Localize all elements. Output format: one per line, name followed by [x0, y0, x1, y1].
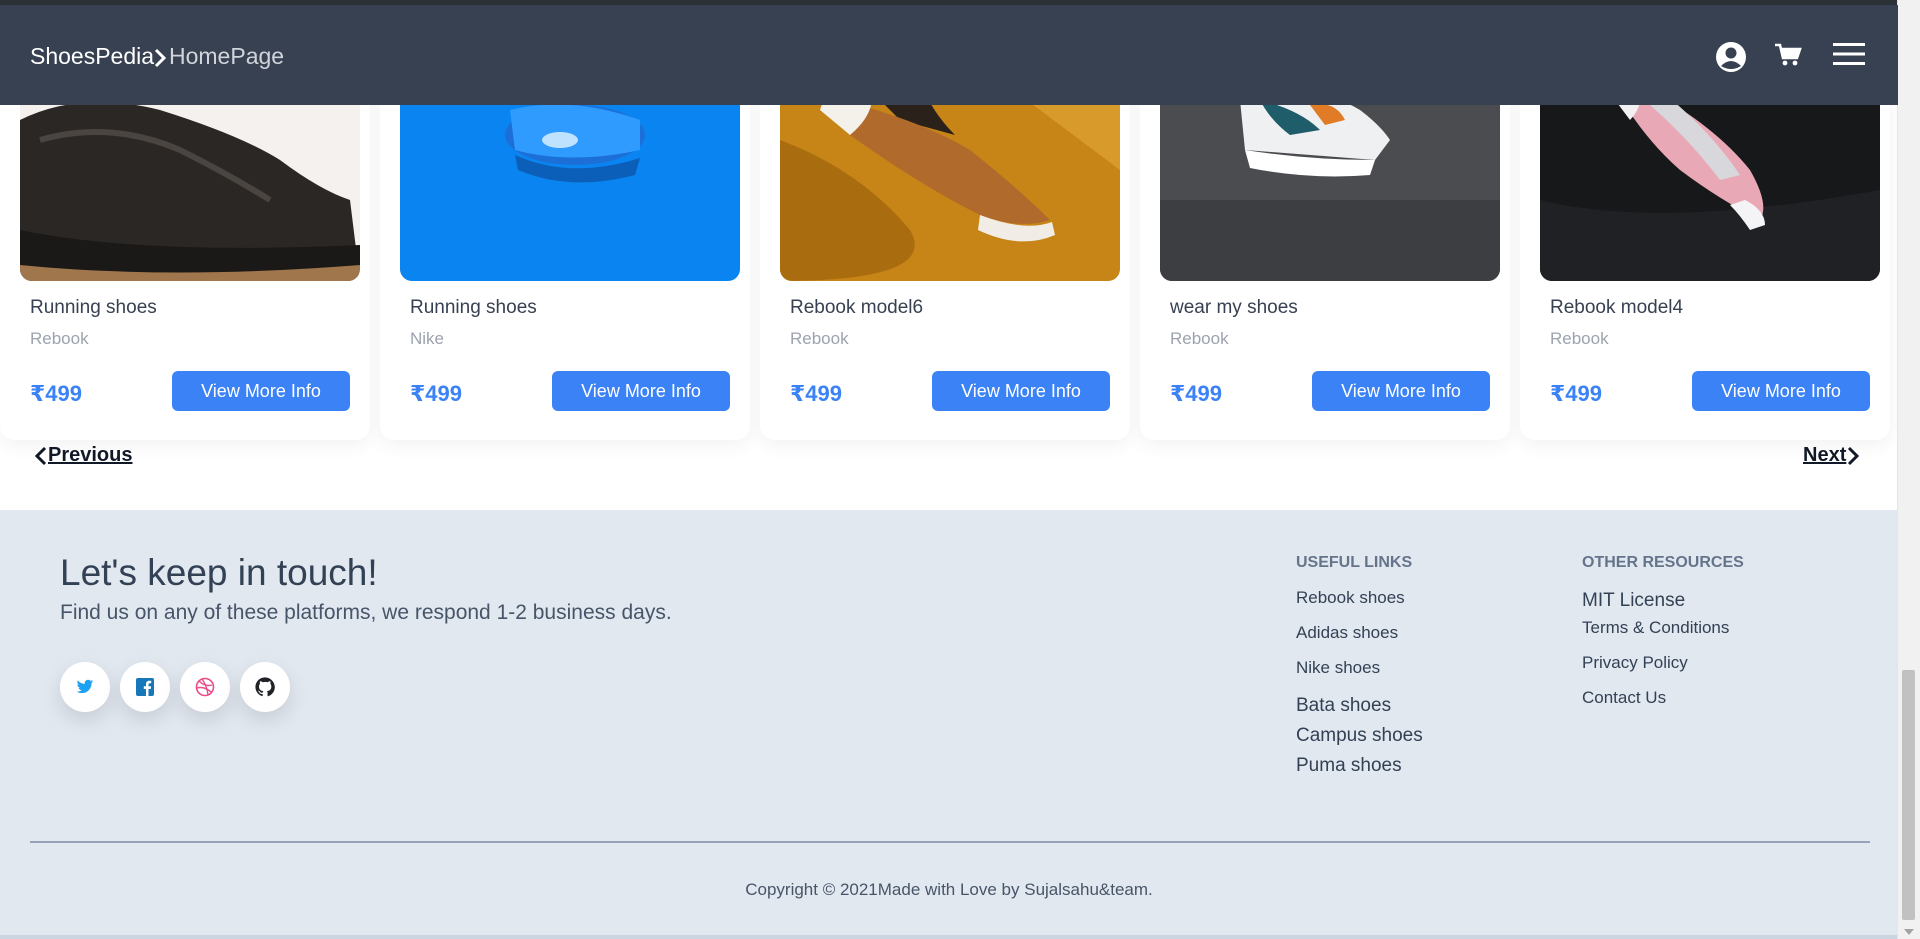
copyright-text: Copyright © 2021Made with Love by Sujals… — [745, 880, 1153, 899]
twitter-icon — [76, 679, 94, 694]
footer-link-mit-license[interactable]: MIT License — [1582, 590, 1685, 612]
breadcrumb-chevron-icon — [154, 48, 167, 68]
product-price: ₹499 — [30, 381, 83, 406]
product-title: Rebook model6 — [790, 297, 924, 318]
scroll-down-arrow-icon[interactable] — [1904, 929, 1914, 935]
footer-link-puma-shoes[interactable]: Puma shoes — [1296, 755, 1402, 777]
product-image-black-leather-shoe[interactable] — [20, 80, 360, 281]
footer-link-rebook-shoes[interactable]: Rebook shoes — [1296, 588, 1405, 608]
product-card: Running shoes Rebook ₹499 View More Info — [0, 80, 370, 440]
footer-link-nike-shoes[interactable]: Nike shoes — [1296, 658, 1380, 678]
footer-link-terms-conditions[interactable]: Terms & Conditions — [1582, 618, 1729, 638]
product-price: ₹499 — [410, 381, 463, 406]
footer-link-adidas-shoes[interactable]: Adidas shoes — [1296, 623, 1398, 643]
product-image-pink-sneaker[interactable] — [1540, 80, 1880, 281]
product-card: Rebook model4 Rebook ₹499 View More Info — [1520, 80, 1890, 440]
product-price: ₹499 — [1170, 381, 1223, 406]
scrollbar-thumb[interactable] — [1902, 670, 1915, 920]
product-title: Running shoes — [30, 297, 157, 318]
previous-link[interactable]: Previous — [34, 444, 132, 467]
product-brand: Rebook — [1170, 329, 1229, 348]
facebook-button[interactable] — [120, 662, 170, 712]
view-more-info-button[interactable]: View More Info — [1692, 371, 1870, 411]
product-price: ₹499 — [1550, 381, 1603, 406]
product-card: Running shoes Nike ₹499 View More Info — [380, 80, 750, 440]
facebook-icon — [136, 678, 154, 696]
product-image-white-teal-sneaker[interactable] — [1160, 80, 1500, 281]
dribbble-icon — [195, 677, 215, 697]
view-more-info-button[interactable]: View More Info — [932, 371, 1110, 411]
view-more-info-button[interactable]: View More Info — [552, 371, 730, 411]
useful-links-heading: USEFUL LINKS — [1296, 554, 1413, 571]
product-image-blue-sneaker[interactable] — [400, 80, 740, 281]
product-price: ₹499 — [790, 381, 843, 406]
dribbble-button[interactable] — [180, 662, 230, 712]
product-brand: Nike — [410, 329, 445, 348]
site-footer: Let's keep in touch! Find us on any of t… — [0, 510, 1898, 939]
product-card: Rebook model6 Rebook ₹499 View More Info — [760, 80, 1130, 440]
github-button[interactable] — [240, 662, 290, 712]
previous-label: Previous — [48, 444, 133, 466]
brand-logo[interactable]: ShoesPedia — [30, 43, 154, 70]
view-more-info-button[interactable]: View More Info — [172, 371, 350, 411]
chevron-right-icon — [1848, 446, 1860, 465]
next-label: Next — [1803, 444, 1847, 466]
vertical-scrollbar[interactable] — [1897, 0, 1920, 939]
footer-link-privacy-policy[interactable]: Privacy Policy — [1582, 653, 1688, 673]
footer-link-contact-us[interactable]: Contact Us — [1582, 688, 1666, 708]
github-icon — [255, 677, 275, 697]
footer-link-campus-shoes[interactable]: Campus shoes — [1296, 725, 1423, 747]
product-card: wear my shoes Rebook ₹499 View More Info — [1140, 80, 1510, 440]
footer-link-bata-shoes[interactable]: Bata shoes — [1296, 695, 1391, 717]
footer-heading: Let's keep in touch! — [60, 552, 378, 593]
hamburger-menu-icon[interactable] — [1832, 41, 1866, 67]
user-account-icon[interactable] — [1715, 41, 1747, 73]
product-title: Rebook model4 — [1550, 297, 1684, 318]
product-image-tan-sneaker-yellow-fabric[interactable] — [780, 80, 1120, 281]
chevron-left-icon — [34, 446, 47, 465]
footer-divider — [30, 841, 1870, 843]
top-navbar: ShoesPedia HomePage — [0, 5, 1898, 105]
twitter-button[interactable] — [60, 662, 110, 712]
breadcrumb-current-page: HomePage — [169, 43, 285, 69]
product-title: wear my shoes — [1170, 297, 1298, 318]
other-resources-heading: OTHER RESOURCES — [1582, 554, 1744, 571]
product-title: Running shoes — [410, 297, 537, 318]
product-brand: Rebook — [790, 329, 849, 348]
shopping-cart-icon[interactable] — [1774, 41, 1802, 69]
footer-subheading: Find us on any of these platforms, we re… — [60, 601, 672, 624]
next-link[interactable]: Next — [1803, 444, 1860, 467]
product-brand: Rebook — [30, 329, 89, 348]
view-more-info-button[interactable]: View More Info — [1312, 371, 1490, 411]
page-bottom-edge — [0, 935, 1898, 939]
product-brand: Rebook — [1550, 329, 1609, 348]
